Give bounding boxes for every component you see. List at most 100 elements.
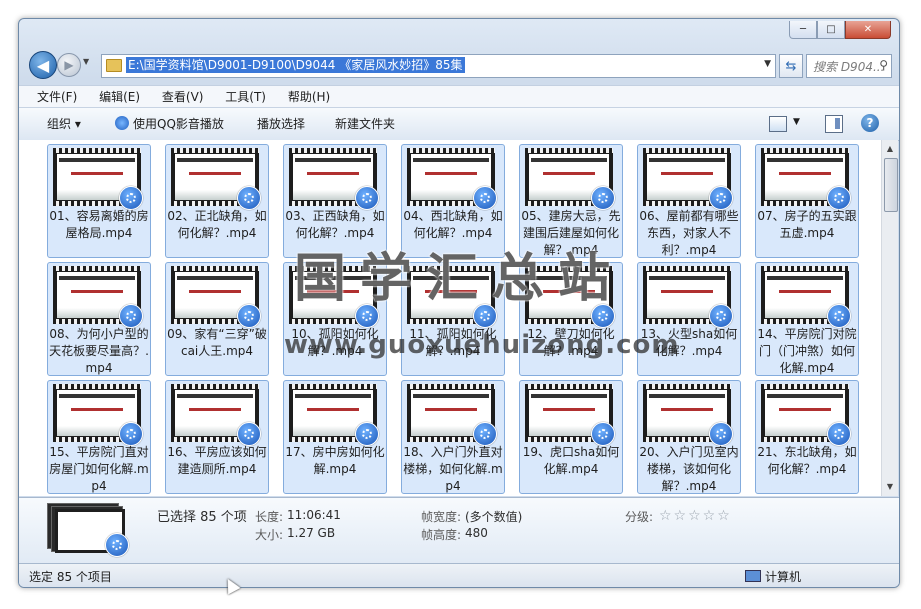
slide-title-bar: [59, 158, 135, 162]
file-item[interactable]: 18、入户门外直对楼梯，如何化解.mp4: [397, 378, 515, 496]
history-dropdown-icon[interactable]: ▼: [83, 57, 89, 66]
slide-subtitle-bar: [661, 290, 713, 293]
address-dropdown-icon[interactable]: ▼: [764, 59, 771, 69]
slide-title-bar: [295, 394, 371, 398]
file-item[interactable]: 05、建房大忌，先建围后建屋如何化解？.mp4: [515, 142, 633, 260]
file-name: 12、壁刀如何化解？.mp4: [527, 327, 615, 358]
back-button[interactable]: ◀: [29, 51, 57, 79]
slide-title-bar: [413, 276, 489, 280]
qq-video-badge-icon: [827, 422, 851, 446]
search-icon[interactable]: ⚲: [879, 58, 888, 72]
menu-file[interactable]: 文件(F): [37, 86, 77, 108]
search-input[interactable]: 搜索 D904... ⚲: [806, 54, 892, 78]
rating-stars[interactable]: ☆☆☆☆☆: [659, 508, 732, 524]
file-item[interactable]: 09、家有“三穿”破cai人王.mp4: [161, 260, 279, 378]
file-item[interactable]: 19、虎口sha如何化解.mp4: [515, 378, 633, 496]
organize-button[interactable]: 组织 ▾: [47, 116, 81, 132]
play-qq-button[interactable]: 使用QQ影音播放: [115, 116, 224, 132]
qq-video-badge-icon: [355, 186, 379, 210]
qq-video-badge-icon: [591, 304, 615, 328]
file-item[interactable]: 12、壁刀如何化解？.mp4: [515, 260, 633, 378]
view-mode-icon[interactable]: [769, 116, 787, 132]
qq-video-badge-icon: [355, 422, 379, 446]
qq-video-badge-icon: [237, 422, 261, 446]
file-name: 02、正北缺角，如何化解？.mp4: [167, 209, 267, 240]
scroll-up-icon[interactable]: ▲: [884, 142, 896, 156]
play-selection-button[interactable]: 播放选择: [257, 116, 305, 132]
maximize-button[interactable]: □: [817, 21, 845, 39]
vertical-scrollbar[interactable]: ▲ ▼: [881, 140, 898, 496]
file-item[interactable]: 15、平房院门直对房屋门如何化解.mp4: [43, 378, 161, 496]
forward-button[interactable]: ▶: [57, 53, 81, 77]
file-name: 14、平房院门对院门（门冲煞）如何化解.mp4: [757, 327, 857, 375]
film-strip: [761, 384, 849, 389]
slide-subtitle-bar: [543, 408, 595, 411]
file-name: 21、东北缺角，如何化解？.mp4: [757, 445, 857, 476]
slide-subtitle-bar: [307, 290, 359, 293]
slide-subtitle-bar: [425, 290, 477, 293]
slide-subtitle-bar: [779, 408, 831, 411]
slide-subtitle-bar: [71, 290, 123, 293]
file-item[interactable]: 06、屋前都有哪些东西，对家人不利？.mp4: [633, 142, 751, 260]
slide-title-bar: [59, 394, 135, 398]
file-name: 06、屋前都有哪些东西，对家人不利？.mp4: [639, 209, 739, 257]
qq-video-badge-icon: [709, 422, 733, 446]
file-item[interactable]: 17、房中房如何化解.mp4: [279, 378, 397, 496]
file-item[interactable]: 03、正西缺角，如何化解？.mp4: [279, 142, 397, 260]
slide-title-bar: [177, 276, 253, 280]
file-item[interactable]: 10、孤阳如何化解？.mp4: [279, 260, 397, 378]
selected-count: 已选择 85 个项: [157, 510, 247, 525]
qq-video-badge-icon: [827, 186, 851, 210]
menu-view[interactable]: 查看(V): [162, 86, 204, 108]
file-item[interactable]: 14、平房院门对院门（门冲煞）如何化解.mp4: [751, 260, 869, 378]
file-item[interactable]: 04、西北缺角，如何化解？.mp4: [397, 142, 515, 260]
film-strip: [643, 266, 731, 271]
length-key: 长度:: [255, 510, 284, 524]
file-item[interactable]: 20、入户门见室内楼梯，该如何化解？.mp4: [633, 378, 751, 496]
size-key: 大小:: [255, 528, 284, 542]
refresh-button[interactable]: ⇆: [779, 54, 803, 78]
file-item[interactable]: 08、为何小户型的天花板要尽量高？.mp4: [43, 260, 161, 378]
qq-video-badge-icon: [709, 186, 733, 210]
file-item[interactable]: 11、孤阳如何化解？.mp4: [397, 260, 515, 378]
slide-subtitle-bar: [543, 172, 595, 175]
address-text[interactable]: E:\国学资料馆\D9001-D9100\D9044 《家居风水妙招》85集: [126, 57, 465, 73]
preview-pane-icon[interactable]: [825, 115, 843, 133]
file-item[interactable]: 01、容易离婚的房屋格局.mp4: [43, 142, 161, 260]
view-dropdown-icon[interactable]: ▼: [793, 117, 800, 127]
qq-video-badge-icon: [473, 304, 497, 328]
slide-subtitle-bar: [779, 290, 831, 293]
file-name: 11、孤阳如何化解？.mp4: [409, 327, 497, 358]
file-item[interactable]: 13、火型sha如何化解？.mp4: [633, 260, 751, 378]
new-folder-button[interactable]: 新建文件夹: [335, 116, 395, 132]
slide-title-bar: [531, 276, 607, 280]
slide-subtitle-bar: [71, 172, 123, 175]
file-item[interactable]: 07、房子的五实跟五虚.mp4: [751, 142, 869, 260]
menu-tools[interactable]: 工具(T): [225, 86, 266, 108]
minimize-button[interactable]: ─: [789, 21, 817, 39]
details-pane: 已选择 85 个项 长度: 11:06:41 大小: 1.27 GB 帧宽度: …: [19, 497, 899, 564]
address-row: ◀ ▶ ▼ E:\国学资料馆\D9001-D9100\D9044 《家居风水妙招…: [19, 47, 899, 81]
file-item[interactable]: 21、东北缺角，如何化解？.mp4: [751, 378, 869, 496]
close-button[interactable]: ✕: [845, 21, 891, 39]
refresh-icon: ⇆: [785, 58, 797, 74]
status-bar: 选定 85 个项目 计算机: [19, 563, 899, 587]
film-strip: [761, 148, 849, 153]
menu-help[interactable]: 帮助(H): [288, 86, 330, 108]
menu-edit[interactable]: 编辑(E): [99, 86, 140, 108]
qq-video-badge-icon: [119, 186, 143, 210]
play-qq-label: 使用QQ影音播放: [133, 117, 224, 131]
slide-subtitle-bar: [661, 172, 713, 175]
file-item[interactable]: 16、平房应该如何建造厕所.mp4: [161, 378, 279, 496]
film-strip: [53, 148, 141, 153]
address-bar[interactable]: E:\国学资料馆\D9001-D9100\D9044 《家居风水妙招》85集 ▼: [101, 54, 776, 78]
slide-subtitle-bar: [189, 290, 241, 293]
file-view[interactable]: 01、容易离婚的房屋格局.mp4 02、正北缺角，如何化解？.mp4 03、正西缺角…: [19, 140, 881, 496]
frame-width-key: 帧宽度:: [421, 510, 462, 524]
scroll-down-icon[interactable]: ▼: [884, 480, 896, 494]
file-name: 03、正西缺角，如何化解？.mp4: [285, 209, 385, 240]
film-strip: [407, 148, 495, 153]
scroll-thumb[interactable]: [884, 158, 898, 212]
file-item[interactable]: 02、正北缺角，如何化解？.mp4: [161, 142, 279, 260]
help-icon[interactable]: ?: [861, 114, 879, 132]
